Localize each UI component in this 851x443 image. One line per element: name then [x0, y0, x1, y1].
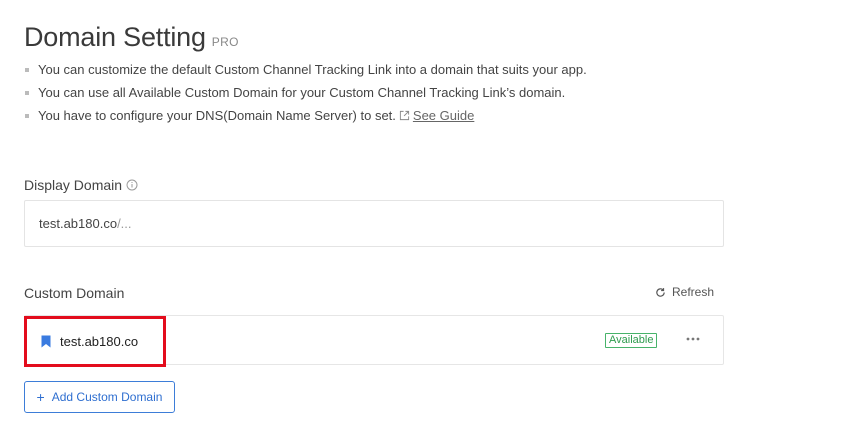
info-bullet: You can customize the default Custom Cha…	[24, 62, 587, 85]
custom-domain-label: Custom Domain	[24, 285, 124, 301]
refresh-label: Refresh	[672, 285, 715, 299]
info-bullet: You have to configure your DNS(Domain Na…	[24, 108, 587, 131]
display-domain-value: test.ab180.co	[39, 216, 118, 231]
refresh-button[interactable]: Refresh	[655, 285, 714, 299]
page-title: Domain Setting	[24, 22, 206, 52]
status-badge: Available	[605, 333, 658, 348]
bookmark-icon	[41, 335, 51, 347]
pro-badge: PRO	[211, 35, 239, 49]
external-link-icon	[399, 110, 409, 121]
bullet-dot	[25, 91, 29, 95]
more-options-icon[interactable]	[685, 334, 701, 344]
bullet-dot	[25, 114, 29, 118]
bullet-text: You can customize the default Custom Cha…	[38, 62, 587, 77]
info-bullet: You can use all Available Custom Domain …	[24, 85, 587, 108]
domain-name: test.ab180.co	[60, 333, 139, 349]
info-bullet-list: You can customize the default Custom Cha…	[24, 62, 587, 131]
custom-domain-row: test.ab180.co Available	[24, 315, 724, 365]
add-custom-domain-label: Add Custom Domain	[51, 390, 163, 404]
domain-name-cell: test.ab180.co	[27, 318, 167, 364]
info-icon[interactable]	[126, 179, 138, 191]
title-row: Domain Setting PRO	[24, 22, 239, 53]
bullet-text: You have to configure your DNS(Domain Na…	[38, 108, 396, 123]
add-custom-domain-button[interactable]: + Add Custom Domain	[24, 381, 175, 413]
display-domain-label-text: Display Domain	[24, 177, 123, 193]
bullet-text: You can use all Available Custom Domain …	[38, 85, 566, 100]
custom-domain-label-text: Custom Domain	[24, 285, 125, 301]
display-domain-suffix: /...	[117, 216, 132, 231]
bullet-dot	[25, 68, 29, 72]
display-domain-label: Display Domain	[24, 177, 138, 193]
domain-setting-page: Domain Setting PRO You can customize the…	[0, 0, 851, 443]
plus-icon: +	[36, 389, 45, 405]
refresh-icon	[656, 287, 665, 297]
display-domain-field: test.ab180.co/...	[24, 200, 724, 247]
see-guide-link[interactable]: See Guide	[413, 108, 474, 124]
